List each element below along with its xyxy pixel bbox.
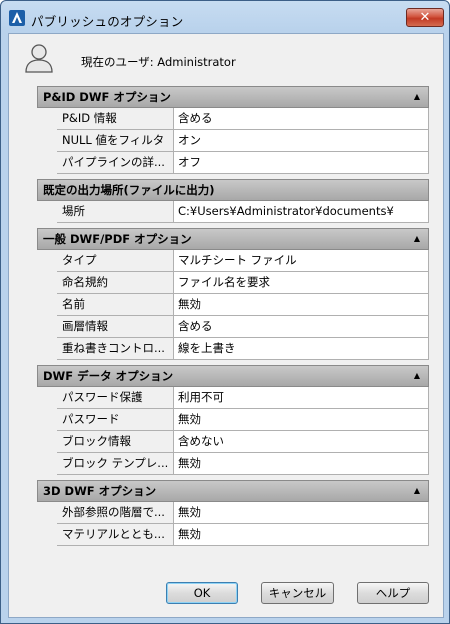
row-gutter (37, 201, 57, 223)
property-value[interactable]: 無効 (174, 453, 429, 475)
ok-button[interactable]: OK (166, 582, 238, 604)
property-row[interactable]: タイプ マルチシート ファイル (37, 250, 429, 272)
section-title: 3D DWF オプション (43, 484, 157, 498)
property-name: ブロック テンプレ... (57, 453, 174, 475)
row-gutter (37, 272, 57, 294)
collapse-arrow-icon[interactable]: ▲ (414, 87, 420, 107)
property-value[interactable]: 無効 (174, 294, 429, 316)
section-title: 一般 DWF/PDF オプション (43, 232, 192, 246)
row-gutter (37, 387, 57, 409)
section-header[interactable]: 3D DWF オプション ▲ (37, 480, 429, 502)
autocad-icon (9, 10, 25, 26)
property-row[interactable]: 画層情報 含める (37, 316, 429, 338)
row-gutter (37, 250, 57, 272)
property-row[interactable]: パスワード保護 利用不可 (37, 387, 429, 409)
property-name: NULL 値をフィルタ (57, 130, 174, 152)
property-name: 外部参照の階層で... (57, 502, 174, 524)
row-gutter (37, 431, 57, 453)
row-gutter (37, 130, 57, 152)
title-bar[interactable]: パブリッシュのオプション ✕ (1, 1, 449, 33)
property-name: 名前 (57, 294, 174, 316)
property-value[interactable]: C:¥Users¥Administrator¥documents¥ (174, 201, 429, 223)
property-name: 場所 (57, 201, 174, 223)
cancel-button[interactable]: キャンセル (261, 582, 334, 604)
property-row[interactable]: NULL 値をフィルタ オン (37, 130, 429, 152)
property-row[interactable]: 重ね書きコントロ... 線を上書き (37, 338, 429, 360)
property-name: パスワード保護 (57, 387, 174, 409)
property-name: P&ID 情報 (57, 108, 174, 130)
property-name: 画層情報 (57, 316, 174, 338)
property-name: 重ね書きコントロ... (57, 338, 174, 360)
property-value[interactable]: オフ (174, 152, 429, 174)
property-name: パイプラインの詳... (57, 152, 174, 174)
section-header[interactable]: 一般 DWF/PDF オプション ▲ (37, 228, 429, 250)
property-value[interactable]: マルチシート ファイル (174, 250, 429, 272)
row-gutter (37, 338, 57, 360)
property-row[interactable]: ブロック情報 含めない (37, 431, 429, 453)
section-header[interactable]: P&ID DWF オプション ▲ (37, 86, 429, 108)
property-value[interactable]: 含めない (174, 431, 429, 453)
row-gutter (37, 409, 57, 431)
close-button[interactable]: ✕ (406, 8, 444, 27)
property-row[interactable]: P&ID 情報 含める (37, 108, 429, 130)
row-gutter (37, 502, 57, 524)
help-button[interactable]: ヘルプ (357, 582, 429, 604)
window-title: パブリッシュのオプション (31, 14, 184, 29)
section-header[interactable]: 既定の出力場所(ファイルに出力) (37, 179, 429, 201)
property-row[interactable]: パスワード 無効 (37, 409, 429, 431)
property-row[interactable]: パイプラインの詳... オフ (37, 152, 429, 174)
row-gutter (37, 316, 57, 338)
dialog-client: 現在のユーザ: Administrator P&ID DWF オプション ▲ P&I… (8, 33, 444, 618)
property-value[interactable]: 含める (174, 316, 429, 338)
property-row[interactable]: マテリアルととも... 無効 (37, 524, 429, 546)
property-value[interactable]: 無効 (174, 524, 429, 546)
section-header[interactable]: DWF データ オプション ▲ (37, 365, 429, 387)
collapse-arrow-icon[interactable]: ▲ (414, 229, 420, 249)
collapse-arrow-icon[interactable]: ▲ (414, 481, 420, 501)
property-name: ブロック情報 (57, 431, 174, 453)
section-title: DWF データ オプション (43, 369, 174, 383)
property-value[interactable]: 利用不可 (174, 387, 429, 409)
property-row[interactable]: 場所 C:¥Users¥Administrator¥documents¥ (37, 201, 429, 223)
collapse-arrow-icon[interactable]: ▲ (414, 366, 420, 386)
current-user-label: 現在のユーザ: Administrator (81, 55, 236, 69)
property-value[interactable]: ファイル名を要求 (174, 272, 429, 294)
user-icon (25, 44, 53, 73)
property-value[interactable]: 含める (174, 108, 429, 130)
property-value[interactable]: 無効 (174, 409, 429, 431)
row-gutter (37, 294, 57, 316)
property-row[interactable]: 名前 無効 (37, 294, 429, 316)
section-title: P&ID DWF オプション (43, 90, 171, 104)
property-row[interactable]: 命名規約 ファイル名を要求 (37, 272, 429, 294)
property-row[interactable]: 外部参照の階層で... 無効 (37, 502, 429, 524)
property-row[interactable]: ブロック テンプレ... 無効 (37, 453, 429, 475)
row-gutter (37, 152, 57, 174)
property-value[interactable]: 線を上書き (174, 338, 429, 360)
property-name: マテリアルととも... (57, 524, 174, 546)
row-gutter (37, 453, 57, 475)
property-name: 命名規約 (57, 272, 174, 294)
property-value[interactable]: 無効 (174, 502, 429, 524)
row-gutter (37, 108, 57, 130)
close-icon: ✕ (419, 10, 431, 25)
property-name: タイプ (57, 250, 174, 272)
property-value[interactable]: オン (174, 130, 429, 152)
row-gutter (37, 524, 57, 546)
section-title: 既定の出力場所(ファイルに出力) (43, 183, 215, 197)
property-name: パスワード (57, 409, 174, 431)
dialog-window: パブリッシュのオプション ✕ 現在のユーザ: Administrator P&I… (0, 0, 450, 624)
